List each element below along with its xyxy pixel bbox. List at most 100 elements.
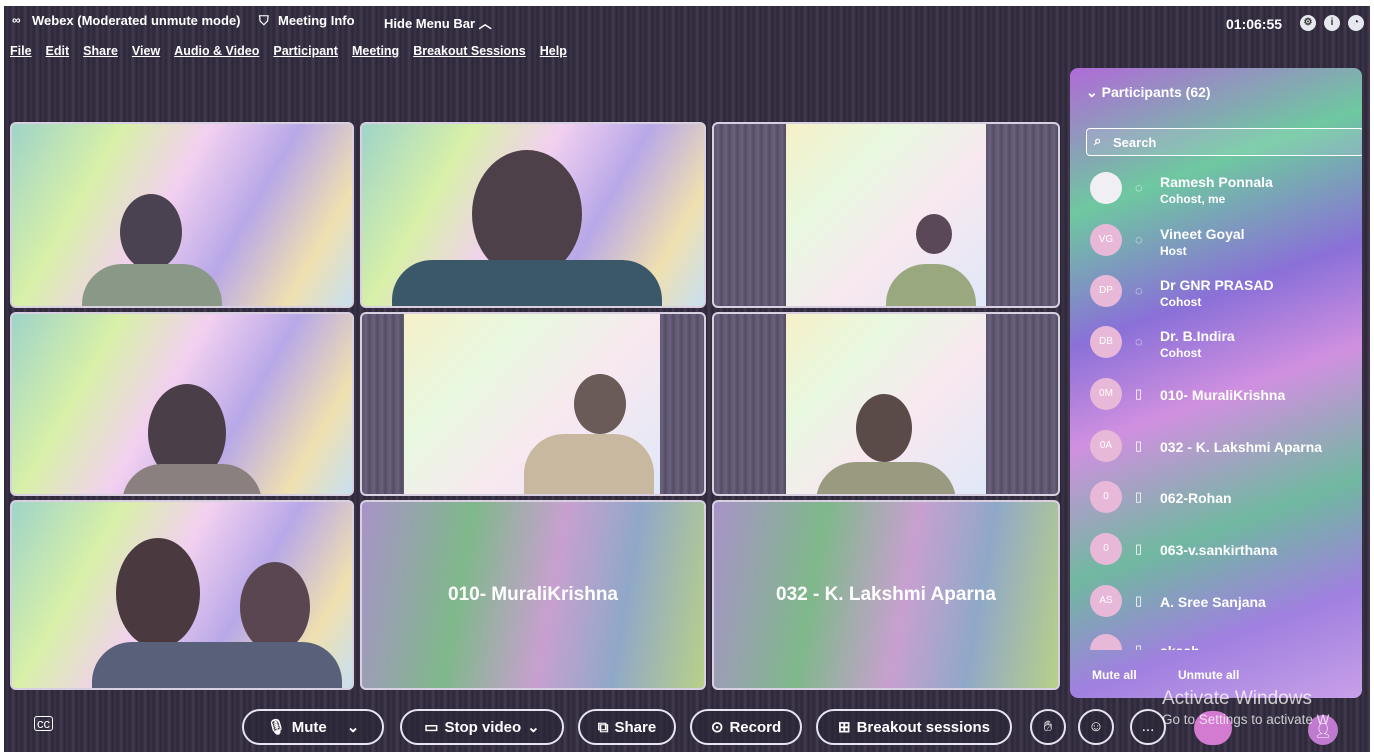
menu-edit[interactable]: Edit (46, 44, 70, 64)
network-icon[interactable]: ◔ (1348, 15, 1364, 31)
menu-participant[interactable]: Participant (273, 44, 338, 64)
video-tile[interactable] (10, 500, 354, 690)
video-tile-no-video[interactable]: 032 - K. Lakshmi Aparna (712, 500, 1060, 690)
chevron-down-icon[interactable]: ⌄ (347, 718, 360, 736)
phone-icon: ▯ (1135, 438, 1143, 453)
audio-connected-icon: ◌ (1135, 334, 1143, 349)
captions-icon[interactable]: cc (34, 716, 53, 731)
avatar: 0M (1090, 378, 1122, 410)
menu-share[interactable]: Share (83, 44, 118, 64)
raise-hand-icon[interactable]: ✋︎ (1030, 709, 1066, 745)
camera-icon: ▭ (424, 719, 439, 736)
mute-label: Mute (291, 718, 327, 736)
mute-all-button[interactable]: Mute all (1092, 668, 1137, 682)
activate-windows-hint: Go to Settings to activate W (1162, 712, 1330, 727)
participant-row[interactable]: 0A ▯ 032 - K. Lakshmi Aparna (1090, 424, 1360, 468)
video-tile[interactable] (360, 312, 706, 496)
more-options-button[interactable]: ... (1130, 709, 1166, 745)
chevron-up-icon: ︿ (478, 16, 492, 31)
shield-icon: ⛉ (259, 13, 269, 28)
participants-panel: ⌄ Participants (62) ⌕ ◌ Ramesh Ponnala C… (1070, 68, 1362, 698)
menu-meeting[interactable]: Meeting (352, 44, 399, 64)
participant-video (786, 124, 986, 306)
video-tile[interactable] (10, 312, 354, 496)
participant-name: akash (1160, 643, 1200, 650)
settings-icon[interactable]: ⚙ (1300, 15, 1316, 31)
avatar: 0 (1090, 533, 1122, 565)
participants-title: Participants (62) (1101, 84, 1211, 100)
share-button[interactable]: ⧉ Share (578, 709, 676, 745)
video-tile[interactable] (360, 122, 706, 308)
chevron-down-icon: ⌄ (1086, 84, 1098, 100)
record-icon: ⊙ (710, 719, 724, 736)
mute-button[interactable]: 🎙︎ Mute ⌄ (242, 709, 384, 745)
participant-row[interactable]: ▯ akash (1090, 628, 1360, 650)
participant-role: Cohost (1160, 295, 1202, 309)
menu-breakout-sessions[interactable]: Breakout Sessions (413, 44, 526, 64)
participant-name: 010- MuraliKrishna (1160, 387, 1286, 403)
participant-row[interactable]: AS ▯ A. Sree Sanjana (1090, 579, 1360, 623)
chevron-down-icon[interactable]: ⌄ (527, 718, 540, 736)
breakout-label: Breakout sessions (856, 718, 990, 736)
participant-role: Cohost (1160, 346, 1202, 360)
phone-icon: ▯ (1135, 541, 1143, 556)
avatar: DB (1090, 326, 1122, 358)
participant-row[interactable]: 0M ▯ 010- MuraliKrishna (1090, 372, 1360, 416)
share-label: Share (614, 718, 657, 736)
participant-name: 032 - K. Lakshmi Aparna (1160, 439, 1323, 455)
participant-video (404, 314, 660, 494)
video-tile-no-video[interactable]: 010- MuraliKrishna (360, 500, 706, 690)
meeting-info-button[interactable]: Meeting Info (278, 13, 355, 28)
breakout-sessions-button[interactable]: ⊞ Breakout sessions (816, 709, 1012, 745)
avatar: 0A (1090, 430, 1122, 462)
app-title: Webex (Moderated unmute mode) (32, 13, 241, 28)
participant-video (786, 314, 986, 494)
participant-row[interactable]: VG ◌ Vineet Goyal Host (1090, 218, 1360, 262)
audio-connected-icon: ◌ (1135, 232, 1143, 247)
record-label: Record (729, 718, 782, 736)
video-tile[interactable] (712, 312, 1060, 496)
participants-search: ⌕ (1086, 128, 1362, 156)
unmute-all-button[interactable]: Unmute all (1178, 668, 1239, 682)
title-bar: ∞ Webex (Moderated unmute mode) ⛉ Meetin… (4, 6, 1370, 36)
participant-name: Dr. B.Indira (1160, 328, 1235, 344)
participant-row[interactable]: DB ◌ Dr. B.Indira Cohost (1090, 320, 1360, 364)
menu-help[interactable]: Help (540, 44, 567, 64)
participant-name-label: 032 - K. Lakshmi Aparna (776, 584, 996, 605)
participants-header[interactable]: ⌄ Participants (62) (1086, 84, 1211, 101)
info-icon[interactable]: i (1324, 15, 1340, 31)
reactions-icon[interactable]: ☺ (1078, 709, 1114, 745)
record-button[interactable]: ⊙ Record (690, 709, 802, 745)
share-screen-icon: ⧉ (597, 718, 609, 736)
avatar: 0 (1090, 481, 1122, 513)
participant-name: Vineet Goyal (1160, 226, 1245, 242)
participant-name: A. Sree Sanjana (1160, 594, 1266, 610)
search-icon: ⌕ (1094, 133, 1102, 148)
participant-row[interactable]: 0 ▯ 063-v.sankirthana (1090, 527, 1360, 571)
avatar (1090, 172, 1122, 204)
participant-role: Host (1160, 244, 1187, 258)
search-input[interactable] (1111, 129, 1355, 155)
video-tile[interactable] (10, 122, 354, 308)
menu-view[interactable]: View (132, 44, 160, 64)
participant-row[interactable]: DP ◌ Dr GNR PRASAD Cohost (1090, 269, 1360, 313)
phone-icon: ▯ (1135, 593, 1143, 608)
stop-video-label: Stop video (444, 718, 522, 736)
hide-menu-bar-button[interactable]: Hide Menu Bar ︿ (384, 13, 492, 32)
hide-menu-bar-label: Hide Menu Bar (384, 16, 476, 31)
activate-windows-watermark: Activate Windows (1162, 688, 1312, 709)
phone-icon: ▯ (1135, 386, 1143, 401)
participant-name-label: 010- MuraliKrishna (448, 584, 618, 605)
menu-audio-video[interactable]: Audio & Video (174, 44, 259, 64)
participant-row[interactable]: ◌ Ramesh Ponnala Cohost, me (1090, 166, 1360, 210)
avatar: DP (1090, 275, 1122, 307)
avatar (1090, 634, 1122, 650)
avatar: AS (1090, 585, 1122, 617)
phone-icon: ▯ (1135, 489, 1143, 504)
menu-bar: File Edit Share View Audio & Video Parti… (10, 44, 567, 64)
menu-file[interactable]: File (10, 44, 32, 64)
avatar: VG (1090, 224, 1122, 256)
participant-row[interactable]: 0 ▯ 062-Rohan (1090, 475, 1360, 519)
stop-video-button[interactable]: ▭ Stop video ⌄ (400, 709, 564, 745)
video-tile[interactable] (712, 122, 1060, 308)
